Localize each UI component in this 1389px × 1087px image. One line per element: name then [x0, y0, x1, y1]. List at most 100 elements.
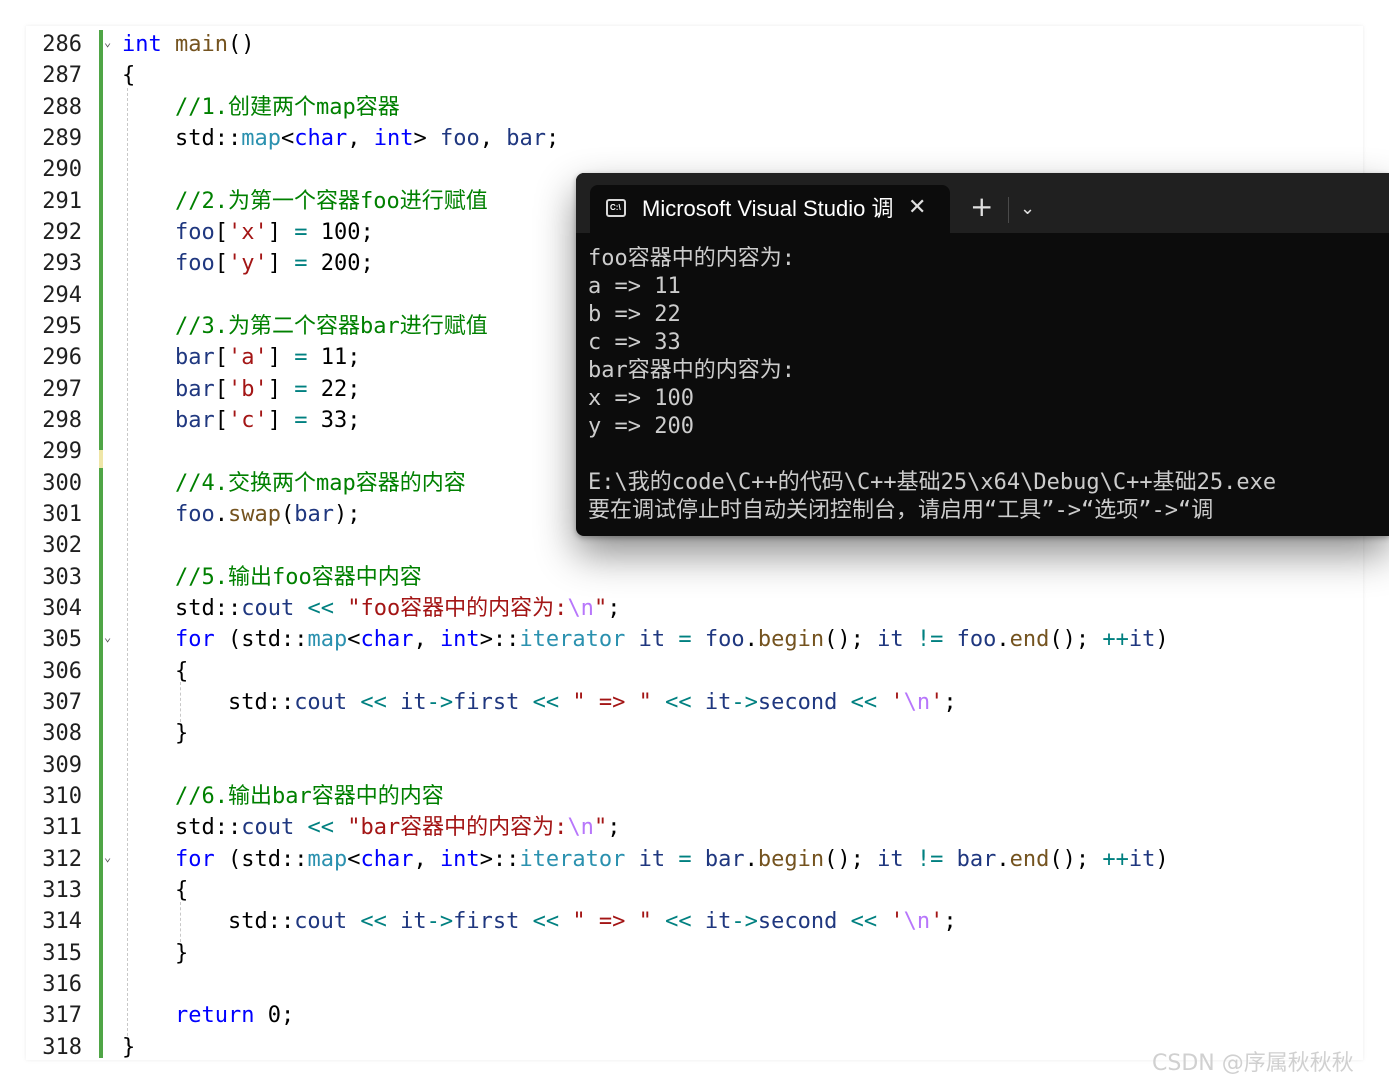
code-text: for (std::map<char, int>::iterator it = …: [122, 624, 1169, 655]
code-token: map: [307, 846, 348, 872]
code-token: =: [294, 251, 308, 277]
code-text: {: [122, 656, 188, 687]
code-token: .: [744, 627, 758, 653]
code-token: <<: [665, 689, 692, 715]
line-number: 304: [42, 595, 82, 621]
code-token: >: [413, 125, 440, 151]
code-token: int: [439, 846, 480, 872]
code-token: <: [280, 125, 295, 151]
code-token: int: [439, 627, 480, 653]
code-line[interactable]: 312 ⌄ for (std::map<char, int>::iterator …: [26, 844, 1363, 875]
fold-toggle-icon[interactable]: ⌄: [104, 850, 111, 864]
code-line[interactable]: 288 //1.创建两个map容器: [26, 92, 1363, 123]
code-token: it: [704, 909, 732, 935]
code-line[interactable]: 308 }: [26, 718, 1363, 749]
line-number: 291: [42, 188, 82, 214]
code-token: <<: [665, 909, 692, 935]
code-token: //2.为第一个容器foo进行赋值: [174, 188, 488, 214]
code-token: \n: [903, 689, 931, 715]
console-output-line: 要在调试停止时自动关闭控制台，请启用“工具”->“选项”->“调: [588, 498, 1214, 523]
code-token: "foo容器中的内容为:: [347, 595, 568, 621]
line-number: 313: [42, 877, 82, 903]
code-line[interactable]: 303 //5.输出foo容器中内容: [26, 562, 1363, 593]
new-tab-button[interactable]: +: [970, 191, 993, 223]
code-token: );: [333, 501, 361, 527]
code-token: {: [122, 658, 189, 684]
code-token: <<: [307, 595, 334, 621]
code-token: std::: [122, 125, 242, 151]
code-token: (std::: [214, 627, 308, 653]
code-token: =: [294, 345, 308, 371]
line-number: 303: [42, 564, 82, 590]
code-token: " => ": [572, 689, 652, 715]
code-line[interactable]: 286 ⌄ int main(): [26, 29, 1363, 60]
code-token: " => ": [572, 909, 652, 935]
code-line[interactable]: 304 std::cout << "foo容器中的内容为:\n";: [26, 593, 1363, 624]
code-line[interactable]: 316: [26, 969, 1363, 1000]
code-line[interactable]: 306 {: [26, 656, 1363, 687]
code-line[interactable]: 309: [26, 750, 1363, 781]
code-token: foo: [174, 219, 215, 245]
code-token: \n: [903, 909, 931, 935]
code-token: ++: [1102, 846, 1129, 872]
code-token: //1.创建两个map容器: [174, 94, 400, 120]
code-line[interactable]: 311 std::cout << "bar容器中的内容为:\n";: [26, 812, 1363, 843]
code-text: }: [122, 938, 188, 969]
code-token: >::: [479, 846, 520, 872]
code-token: ();: [1049, 846, 1103, 872]
console-tab[interactable]: C:\ Microsoft Visual Studio 调试控制台 ✕: [590, 185, 950, 233]
code-line[interactable]: 307 std::cout << it->first << " => " << …: [26, 687, 1363, 718]
code-line[interactable]: 287 {: [26, 60, 1363, 91]
code-token: for: [174, 846, 215, 872]
line-number: 295: [42, 313, 82, 339]
console-output-line: x => 100: [588, 386, 694, 411]
code-line[interactable]: 313 {: [26, 875, 1363, 906]
chevron-down-icon[interactable]: ⌄: [1020, 195, 1035, 223]
code-text: {: [122, 875, 188, 906]
code-text: //6.输出bar容器中的内容: [122, 781, 444, 812]
code-line[interactable]: 314 std::cout << it->first << " => " << …: [26, 906, 1363, 937]
close-icon[interactable]: ✕: [908, 193, 926, 223]
code-token: 0;: [254, 1003, 295, 1029]
code-token: .: [214, 501, 228, 527]
fold-toggle-icon[interactable]: ⌄: [104, 630, 111, 644]
fold-toggle-icon[interactable]: ⌄: [104, 35, 111, 49]
code-token: it: [400, 689, 427, 715]
line-number: 318: [42, 1034, 82, 1060]
debug-console-window[interactable]: C:\ Microsoft Visual Studio 调试控制台 ✕ + ⌄ …: [576, 173, 1389, 536]
code-line[interactable]: 310 //6.输出bar容器中的内容: [26, 781, 1363, 812]
code-text: //1.创建两个map容器: [122, 92, 400, 123]
code-line[interactable]: 305 ⌄ for (std::map<char, int>::iterator …: [26, 624, 1363, 655]
code-token: 'b': [227, 376, 268, 402]
line-number: 288: [42, 94, 82, 120]
code-line[interactable]: 315 }: [26, 938, 1363, 969]
code-token: <<: [850, 689, 878, 715]
line-number: 292: [42, 219, 82, 245]
code-token: std::: [122, 909, 295, 935]
code-line[interactable]: 317 return 0;: [26, 1000, 1363, 1031]
code-line[interactable]: 289 std::map<char, int> foo, bar;: [26, 123, 1363, 154]
code-token: (: [280, 501, 295, 527]
code-token: it: [1128, 846, 1156, 872]
code-token: bar: [956, 846, 997, 872]
code-token: ]: [267, 345, 295, 371]
code-token: ,: [413, 846, 440, 872]
code-token: ]: [267, 376, 295, 402]
code-token: .: [744, 846, 758, 872]
code-text: }: [122, 1032, 135, 1060]
line-number: 294: [42, 282, 82, 308]
line-number: 287: [42, 63, 82, 89]
code-token: second: [757, 689, 838, 715]
